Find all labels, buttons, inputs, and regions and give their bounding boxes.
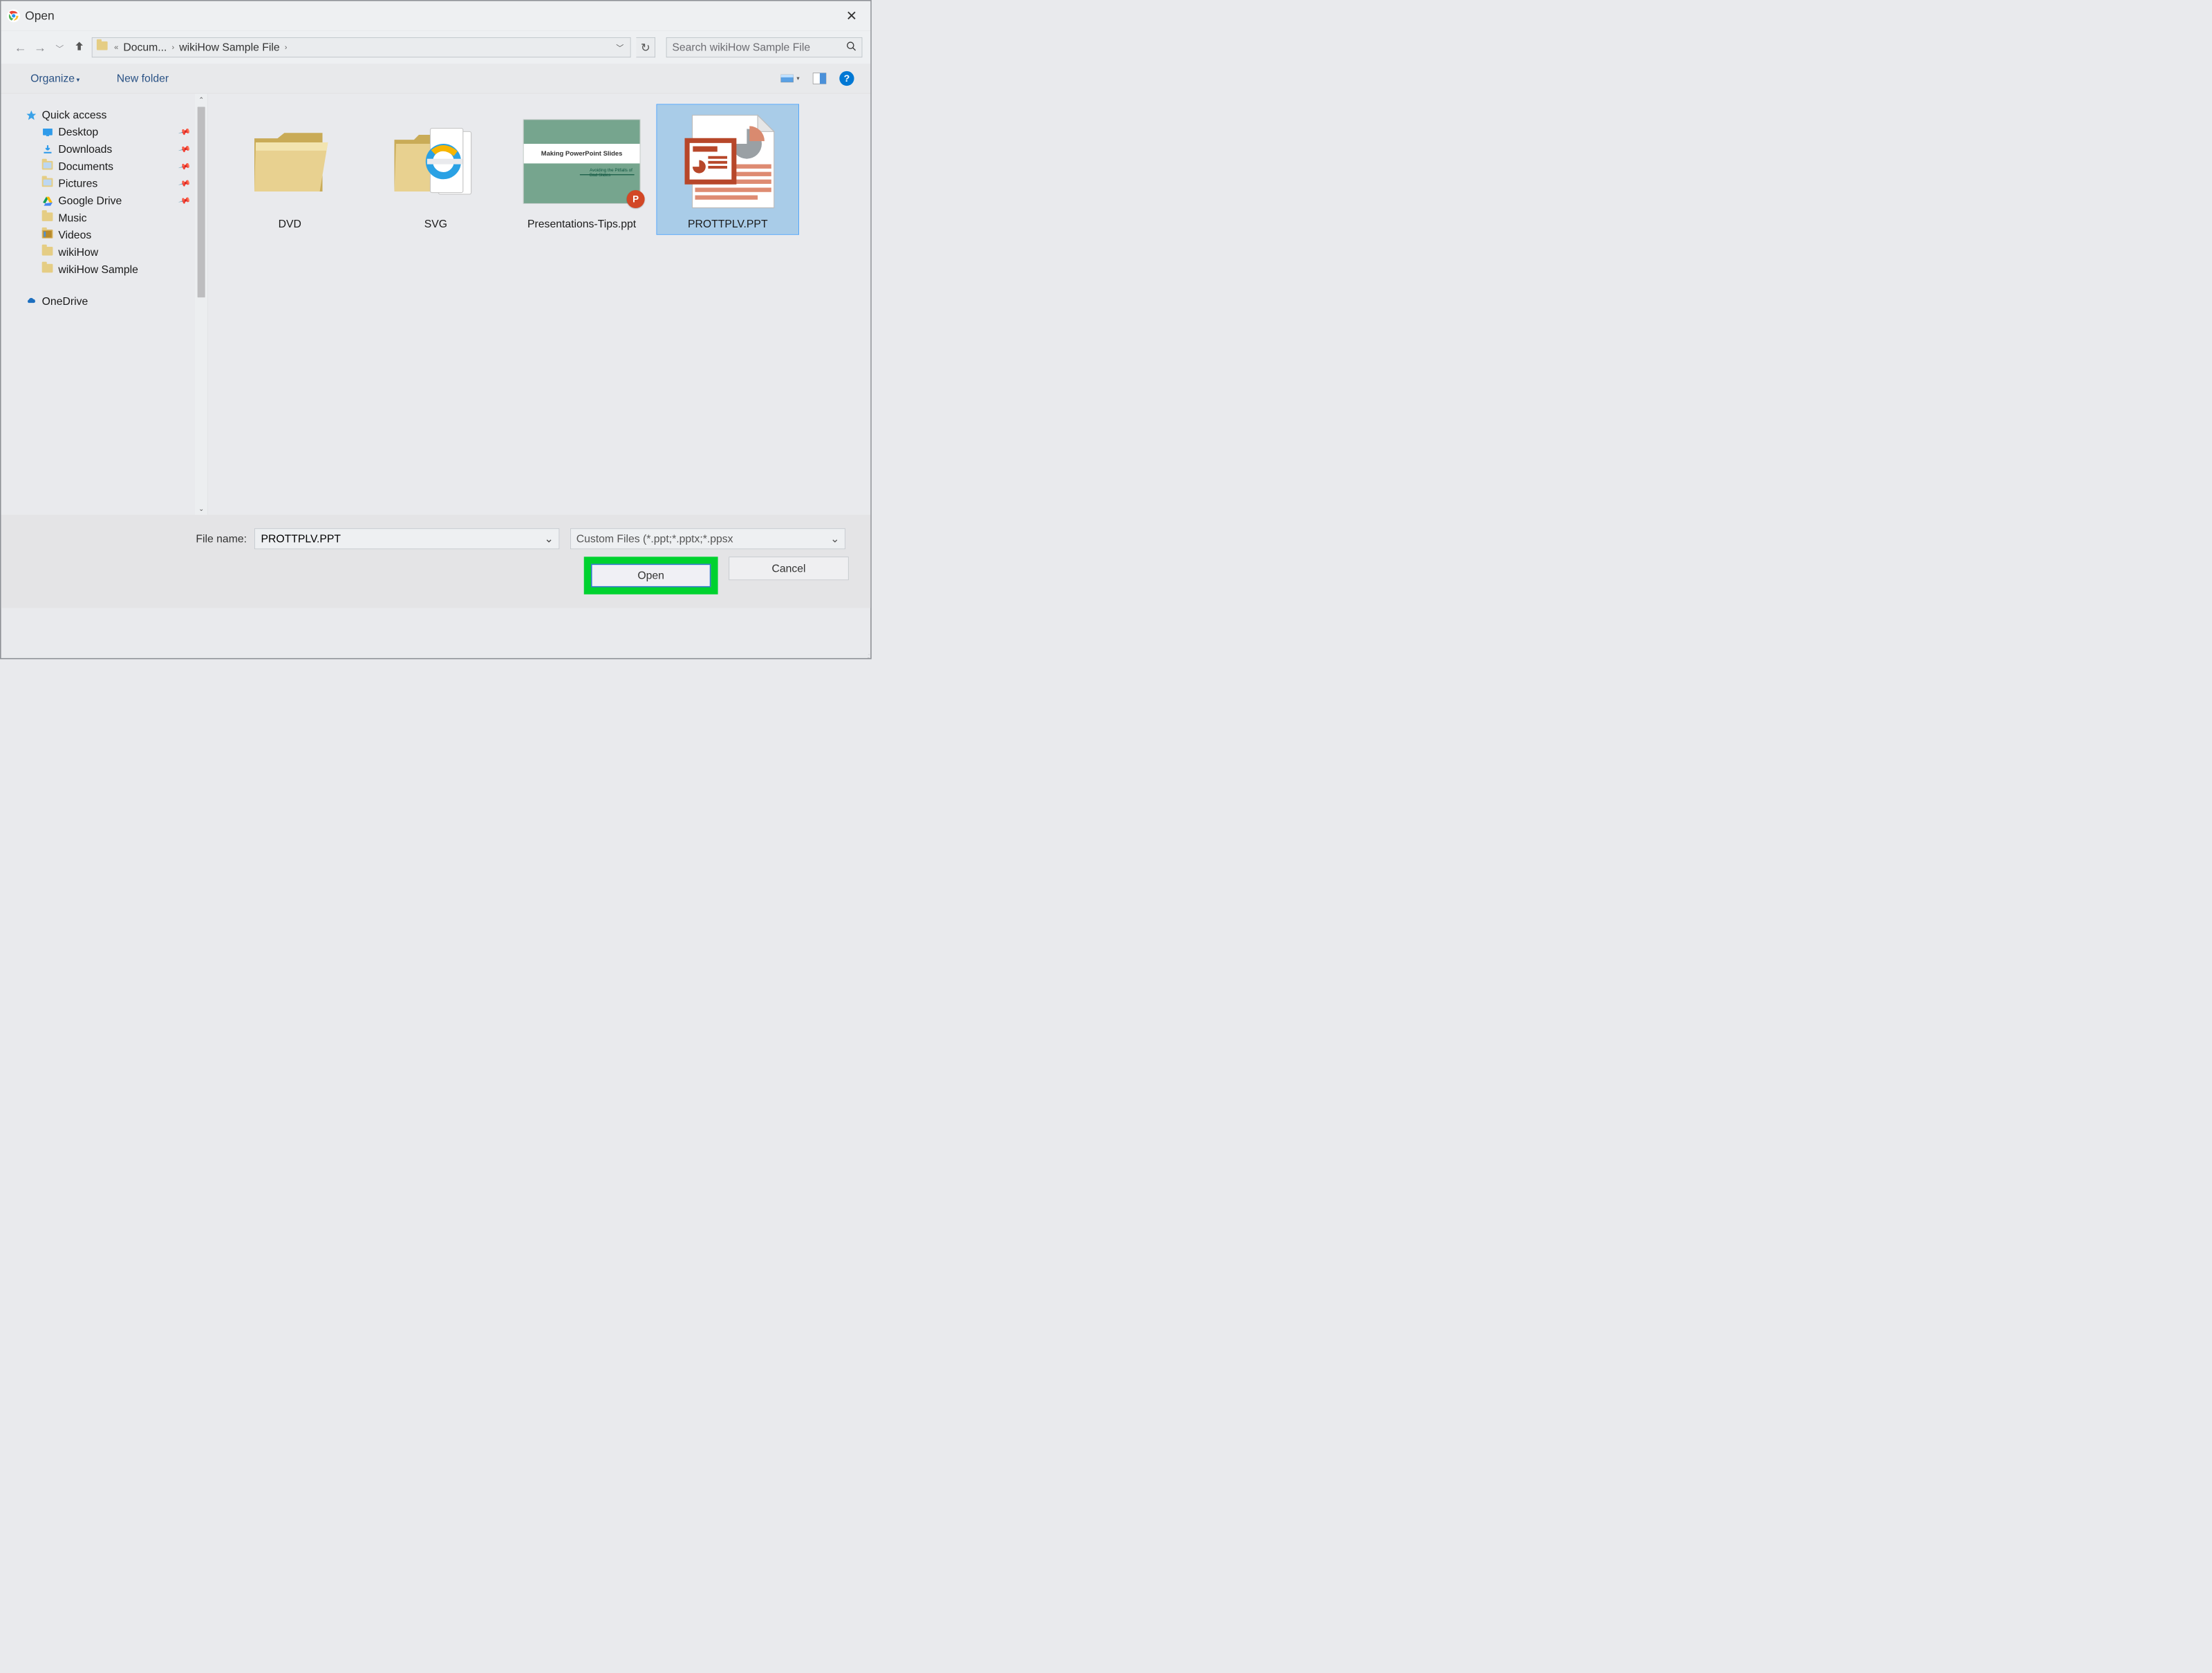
file-item-folder[interactable]: DVD (219, 104, 361, 234)
chevron-right-icon[interactable]: › (283, 43, 288, 52)
file-type-label: Custom Files (*.ppt;*.pptx;*.ppsx (577, 532, 733, 545)
folder-icon (246, 123, 333, 199)
search-input[interactable] (672, 41, 846, 54)
sidebar-onedrive[interactable]: OneDrive (1, 294, 196, 309)
scroll-thumb[interactable] (198, 106, 205, 297)
chevron-down-icon[interactable]: ⌄ (830, 532, 839, 545)
breadcrumb-seg-documents[interactable]: Docum... (120, 41, 171, 54)
resize-grip-icon[interactable]: .: (867, 654, 869, 657)
sidebar-item-google-drive[interactable]: Google Drive 📌 (1, 193, 196, 208)
file-type-filter[interactable]: Custom Files (*.ppt;*.pptx;*.ppsx ⌄ (570, 528, 845, 549)
window-title: Open (25, 9, 54, 23)
address-dropdown-icon[interactable]: ﹀ (610, 42, 630, 53)
title-bar: Open ✕ (1, 1, 871, 31)
filename-label: File name: (17, 532, 254, 545)
dialog-footer: File name: ⌄ Custom Files (*.ppt;*.pptx;… (1, 515, 871, 608)
search-icon[interactable] (846, 41, 857, 54)
view-mode-button[interactable]: ▾ (780, 73, 800, 84)
up-button[interactable] (72, 39, 86, 55)
breadcrumb-seg-current[interactable]: wikiHow Sample File (176, 41, 283, 54)
pin-icon: 📌 (178, 160, 191, 173)
sidebar-item-wikihow-sample[interactable]: wikiHow Sample (1, 262, 196, 277)
sidebar-item-downloads[interactable]: Downloads 📌 (1, 142, 196, 157)
sidebar-item-desktop[interactable]: Desktop 📌 (1, 124, 196, 140)
sidebar-item-wikihow[interactable]: wikiHow (1, 245, 196, 260)
file-label: SVG (368, 217, 504, 230)
scroll-up-icon[interactable]: ⌃ (195, 94, 207, 106)
file-item-ppt-selected[interactable]: PROTTPLV.PPT (657, 104, 798, 234)
chevron-left-icon[interactable]: « (113, 43, 120, 52)
sidebar: Quick access Desktop 📌 Downloads 📌 Docum… (1, 94, 196, 515)
filename-input[interactable]: ⌄ (254, 528, 559, 549)
onedrive-icon (26, 296, 37, 308)
google-drive-icon (42, 195, 54, 207)
slide-subtitle: Avoiding the Pitfalls of Bad Slides (590, 168, 636, 178)
search-box[interactable] (666, 37, 863, 57)
help-button[interactable]: ? (839, 71, 854, 86)
new-folder-button[interactable]: New folder (115, 71, 171, 86)
close-icon[interactable]: ✕ (841, 7, 863, 25)
sidebar-item-music[interactable]: Music (1, 210, 196, 225)
folder-icon (389, 121, 482, 203)
nav-row: ← → ﹀ « Docum... › wikiHow Sample File ›… (1, 31, 871, 64)
open-button[interactable]: Open (591, 564, 711, 588)
refresh-button[interactable]: ↻ (636, 37, 655, 57)
address-bar[interactable]: « Docum... › wikiHow Sample File › ﹀ (92, 37, 631, 57)
pin-icon: 📌 (178, 177, 191, 190)
chevron-down-icon: ▾ (76, 76, 79, 84)
sidebar-quick-access[interactable]: Quick access (1, 107, 196, 122)
sidebar-scrollbar[interactable]: ⌃ ⌄ (195, 94, 207, 515)
chevron-down-icon[interactable]: ⌄ (544, 532, 553, 545)
open-button-highlight: Open (584, 557, 718, 594)
pictures-icon (42, 178, 54, 189)
file-item-ppt[interactable]: Making PowerPoint Slides Avoiding the Pi… (511, 104, 653, 234)
folder-icon (97, 41, 109, 53)
file-label: PROTTPLV.PPT (659, 217, 796, 230)
file-label: DVD (222, 217, 358, 230)
toolbar: Organize▾ New folder ▾ ? (1, 64, 871, 93)
downloads-icon (42, 144, 54, 156)
dialog-body: Quick access Desktop 📌 Downloads 📌 Docum… (1, 94, 871, 515)
folder-icon (42, 212, 54, 224)
sidebar-item-documents[interactable]: Documents 📌 (1, 159, 196, 174)
cancel-button[interactable]: Cancel (729, 557, 848, 580)
pin-icon: 📌 (178, 126, 191, 139)
sidebar-item-pictures[interactable]: Pictures 📌 (1, 176, 196, 191)
slide-title: Making PowerPoint Slides (524, 144, 640, 163)
chevron-right-icon: › (171, 43, 176, 52)
scroll-down-icon[interactable]: ⌄ (195, 503, 207, 514)
folder-icon (42, 264, 54, 276)
folder-icon (42, 247, 54, 259)
documents-icon (42, 161, 54, 173)
chrome-icon (6, 9, 20, 23)
back-button: ← (13, 40, 27, 55)
forward-button: → (33, 40, 47, 55)
recent-locations-dropdown[interactable]: ﹀ (53, 41, 66, 55)
pin-icon: 📌 (178, 142, 191, 156)
star-icon (26, 109, 37, 121)
filename-field[interactable] (261, 532, 545, 545)
powerpoint-badge-icon: P (627, 190, 645, 208)
desktop-icon (42, 127, 54, 138)
sidebar-item-videos[interactable]: Videos (1, 227, 196, 243)
file-list[interactable]: DVD SVG (208, 94, 870, 515)
file-label: Presentations-Tips.ppt (514, 217, 650, 230)
videos-icon (42, 230, 54, 241)
preview-pane-button[interactable] (813, 73, 827, 84)
organize-button[interactable]: Organize▾ (28, 71, 82, 86)
file-item-folder[interactable]: SVG (365, 104, 507, 234)
pin-icon: 📌 (178, 194, 191, 207)
powerpoint-file-icon (676, 113, 780, 211)
